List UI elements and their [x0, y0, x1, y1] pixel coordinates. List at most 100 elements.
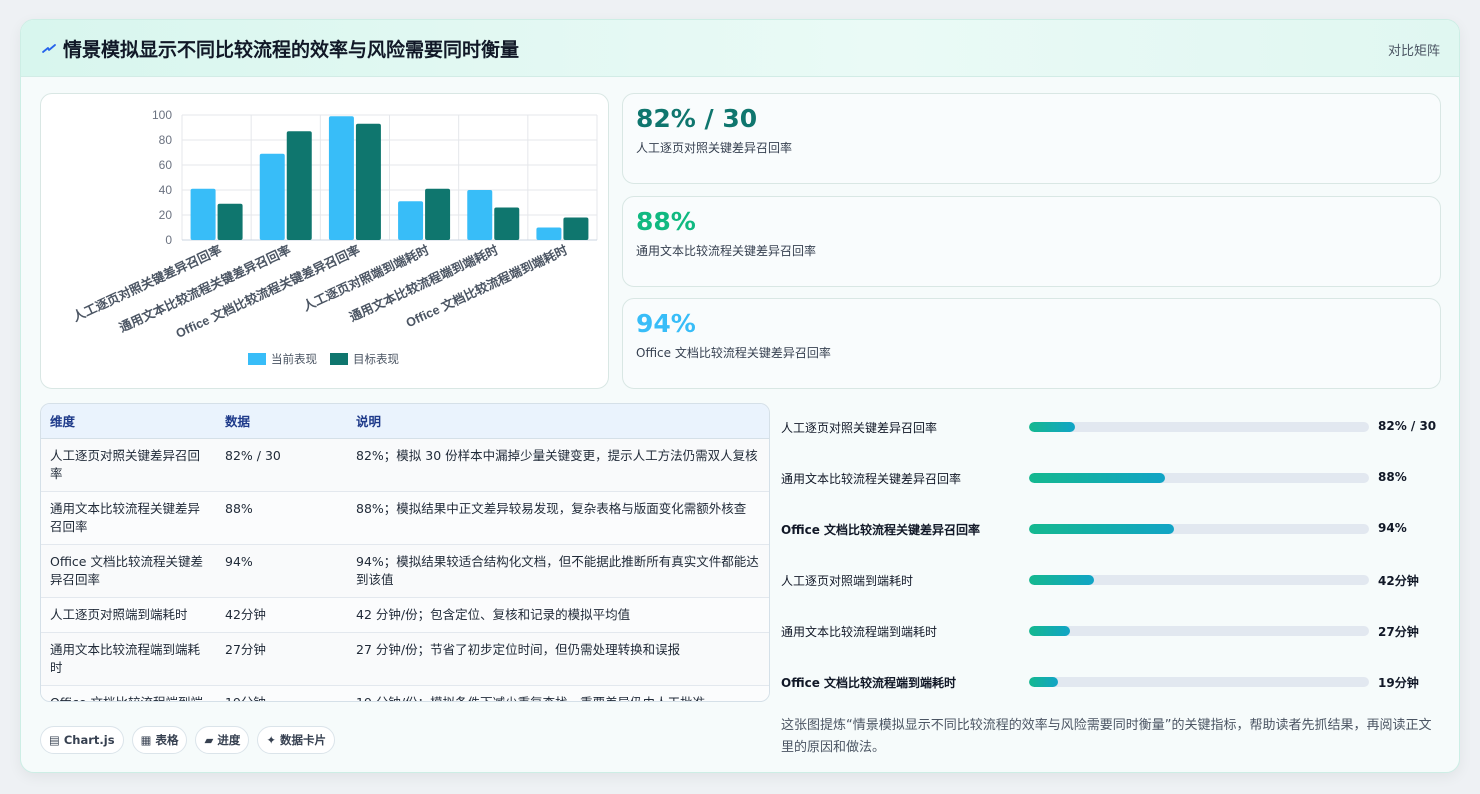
data-table: 维度 数据 说明 人工逐页对照关键差异召回率 82% / 30 82%；模拟 3… [40, 403, 770, 702]
progress-fill [1029, 473, 1165, 483]
progress-fill [1029, 626, 1070, 636]
stat-card: 82% / 30 人工逐页对照关键差异召回率 [622, 93, 1441, 184]
legend-label: 目标表现 [353, 352, 399, 366]
legend-label: 当前表现 [271, 352, 317, 366]
table-cell: 19分钟 [216, 685, 347, 701]
table-cell: 人工逐页对照关键差异召回率 [41, 438, 216, 492]
y-tick-label: 60 [159, 158, 173, 172]
table-row: 人工逐页对照关键差异召回率 82% / 30 82%；模拟 30 份样本中漏掉少… [41, 438, 769, 492]
stat-value: 88% [636, 207, 696, 236]
progress-label: 人工逐页对照关键差异召回率 [781, 421, 938, 435]
y-tick-label: 40 [159, 183, 173, 197]
stat-label: 人工逐页对照关键差异召回率 [636, 141, 793, 155]
stat-card: 94% Office 文档比较流程关键差异召回率 [622, 298, 1441, 389]
bar-chart: 020406080100人工逐页对照关键差异召回率通用文本比较流程关键差异召回率… [70, 108, 598, 366]
y-tick-label: 80 [159, 133, 173, 147]
table-cell: 94%；模拟结果较适合结构化文档，但不能据此推断所有真实文件都能达到该值 [347, 544, 769, 598]
table-cell: 88%；模拟结果中正文差异较易发现，复杂表格与版面变化需额外核查 [347, 491, 769, 545]
table-cell: 通用文本比较流程端到端耗时 [41, 632, 216, 686]
table-cell: 94% [216, 544, 347, 598]
y-tick-label: 0 [165, 233, 172, 247]
stat-value: 94% [636, 309, 696, 338]
progress-fill [1029, 575, 1094, 585]
progress-row: 人工逐页对照端到端耗时 42分钟 [781, 569, 1441, 591]
table-cell: 42 分钟/份；包含定位、复核和记录的模拟平均值 [347, 597, 769, 633]
progress-label: Office 文档比较流程关键差异召回率 [781, 523, 981, 537]
bar-target [494, 207, 520, 240]
progress-value: 19分钟 [1378, 676, 1419, 690]
table-cell: 人工逐页对照端到端耗时 [41, 597, 216, 633]
bar-target [563, 217, 589, 240]
progress-track [1029, 524, 1369, 534]
table-row: Office 文档比较流程端到端耗时 19分钟 19 分钟/份；模拟条件下减少重… [41, 685, 769, 701]
progress-value: 88% [1378, 470, 1407, 484]
progress-value: 42分钟 [1378, 574, 1419, 588]
chip-data-card[interactable]: ✦ 数据卡片 [257, 726, 335, 754]
progress-track [1029, 473, 1369, 483]
legend-swatch [330, 353, 348, 365]
bar-target [355, 123, 381, 240]
table-cell: 19 分钟/份；模拟条件下减少重复查找，重要差异仍由人工批准 [347, 685, 769, 701]
table-cell: 88% [216, 491, 347, 545]
page-title: 情景模拟显示不同比较流程的效率与风险需要同时衡量 [63, 39, 520, 61]
bar-target [286, 131, 312, 240]
progress-value: 94% [1378, 521, 1407, 535]
table-cell: 27分钟 [216, 632, 347, 686]
table-cell: 通用文本比较流程关键差异召回率 [41, 491, 216, 545]
bar-current [259, 153, 285, 240]
progress-label: 通用文本比较流程关键差异召回率 [781, 472, 962, 486]
table-row: 人工逐页对照端到端耗时 42分钟 42 分钟/份；包含定位、复核和记录的模拟平均… [41, 597, 769, 633]
progress-row: Office 文档比较流程端到端耗时 19分钟 [781, 671, 1441, 693]
stat-label: Office 文档比较流程关键差异召回率 [636, 346, 831, 360]
tech-chips: ▤ Chart.js ▦ 表格 ▰ 进度 ✦ 数据卡片 [40, 726, 343, 754]
progress-list: 人工逐页对照关键差异召回率 82% / 30 通用文本比较流程关键差异召回率 8… [781, 403, 1441, 713]
table-row: 通用文本比较流程端到端耗时 27分钟 27 分钟/份；节省了初步定位时间，但仍需… [41, 632, 769, 686]
progress-row: 通用文本比较流程端到端耗时 27分钟 [781, 620, 1441, 642]
y-tick-label: 100 [152, 108, 172, 122]
progress-fill [1029, 422, 1075, 432]
stat-card: 88% 通用文本比较流程关键差异召回率 [622, 196, 1441, 287]
table-header-row: 维度 数据 说明 [41, 404, 769, 439]
header-tag: 对比矩阵 [1387, 44, 1440, 59]
table-cell: 27 分钟/份；节省了初步定位时间，但仍需处理转换和误报 [347, 632, 769, 686]
progress-track [1029, 575, 1369, 585]
summary-text: 这张图提炼“情景模拟显示不同比较流程的效率与风险需要同时衡量”的关键指标，帮助读… [781, 718, 1432, 755]
stat-value: 82% / 30 [636, 104, 758, 133]
progress-fill [1029, 524, 1174, 534]
dashboard-card: 情景模拟显示不同比较流程的效率与风险需要同时衡量 对比矩阵 0 20 40 60 80 1… [20, 19, 1460, 773]
y-tick-label: 20 [159, 208, 173, 222]
table-cell: 82% / 30 [216, 438, 347, 492]
table-cell: 42分钟 [216, 597, 347, 633]
progress-value: 82% / 30 [1378, 419, 1437, 433]
progress-row: Office 文档比较流程关键差异召回率 94% [781, 518, 1441, 540]
chip-chartjs[interactable]: ▤ Chart.js [40, 726, 124, 754]
progress-value: 27分钟 [1378, 625, 1419, 639]
table-header: 维度 [41, 404, 216, 439]
table-header: 说明 [347, 404, 769, 439]
bar-current [190, 188, 216, 240]
chip-progress[interactable]: ▰ 进度 [195, 726, 250, 754]
progress-row: 人工逐页对照关键差异召回率 82% / 30 [781, 416, 1441, 438]
progress-fill [1029, 677, 1058, 687]
bar-current [398, 201, 424, 240]
bar-target [217, 203, 243, 240]
bar-target [425, 188, 451, 240]
bar-current [536, 227, 562, 240]
legend-swatch [248, 353, 266, 365]
table-cell: Office 文档比较流程端到端耗时 [41, 685, 216, 701]
chart-panel: 0 20 40 60 80 100 人工逐页对照关键差异召回率 通用文本比较流程关键差异召回率… [40, 93, 609, 389]
bar-current [467, 190, 493, 240]
chip-table[interactable]: ▦ 表格 [131, 726, 188, 754]
progress-label: 通用文本比较流程端到端耗时 [781, 625, 938, 639]
table-cell: Office 文档比较流程关键差异召回率 [41, 544, 216, 598]
progress-track [1029, 677, 1369, 687]
table-header: 数据 [216, 404, 347, 439]
stat-label: 通用文本比较流程关键差异召回率 [636, 244, 817, 258]
progress-track [1029, 422, 1369, 432]
header: 情景模拟显示不同比较流程的效率与风险需要同时衡量 对比矩阵 [21, 20, 1459, 77]
progress-row: 通用文本比较流程关键差异召回率 88% [781, 467, 1441, 489]
table-cell: 82%；模拟 30 份样本中漏掉少量关键变更，提示人工方法仍需双人复核 [347, 438, 769, 492]
progress-label: Office 文档比较流程端到端耗时 [781, 676, 957, 690]
progress-track [1029, 626, 1369, 636]
pulse-icon [42, 44, 56, 53]
